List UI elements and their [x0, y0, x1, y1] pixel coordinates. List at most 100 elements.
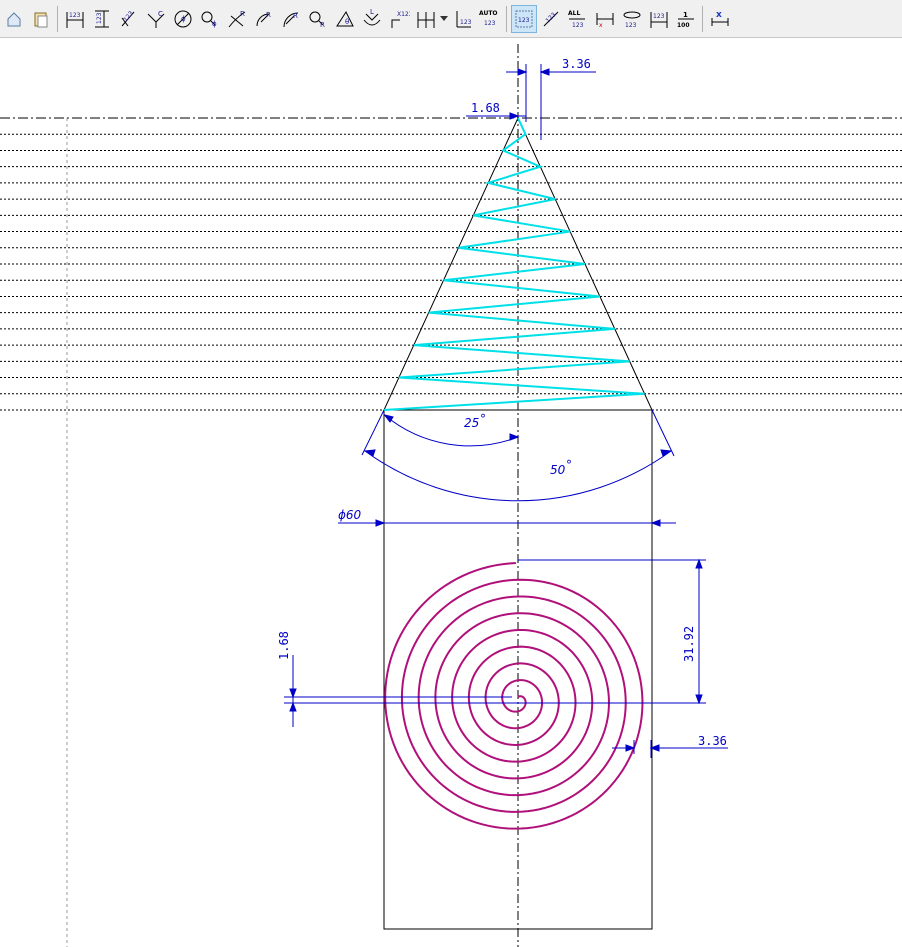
dropdown-arrow-icon[interactable] — [439, 5, 449, 33]
svg-text:AUTO: AUTO — [479, 10, 498, 17]
dim-vertical-button[interactable]: 123 — [89, 5, 115, 33]
svg-text:123: 123 — [518, 17, 530, 24]
dimension-radius[interactable]: 31.92 — [518, 558, 706, 705]
svg-text:1: 1 — [683, 11, 688, 19]
baseline-dim-button[interactable]: 123 — [450, 5, 476, 33]
baseline-dim-icon: 123 — [452, 8, 474, 30]
svg-text:123: 123 — [122, 9, 135, 22]
dim-delete-button[interactable]: x — [707, 5, 733, 33]
paste-button[interactable] — [28, 5, 54, 33]
svg-text:123: 123 — [69, 12, 81, 19]
dimension-diameter-label: ϕ60 — [338, 508, 362, 522]
home-button[interactable] — [1, 5, 27, 33]
dim-aligned-button[interactable]: 123 — [116, 5, 142, 33]
radius-leader-button[interactable]: R — [251, 5, 277, 33]
dimension-full-angle[interactable]: 50 ° — [363, 409, 675, 502]
dimension-half-angle[interactable]: 25 ° — [361, 409, 520, 456]
dim-horizontal-icon: 123 — [64, 8, 86, 30]
svg-text:X123: X123 — [397, 11, 410, 18]
chamfer-dim-icon: C — [145, 8, 167, 30]
dim-clear-icon: x — [594, 8, 616, 30]
radius-offset-button[interactable]: R — [278, 5, 304, 33]
dim-horizontal-button[interactable]: 123 — [62, 5, 88, 33]
home-icon — [5, 10, 23, 28]
svg-text:123: 123 — [460, 19, 472, 26]
svg-text:123: 123 — [653, 13, 665, 20]
arc-length-dim-button[interactable]: L — [359, 5, 385, 33]
svg-text:R: R — [320, 21, 325, 29]
svg-text:123: 123 — [544, 11, 557, 24]
dim-spacing-button[interactable]: 123 — [646, 5, 672, 33]
svg-text:x: x — [716, 10, 722, 20]
dimension-right-pitch-label: 3.36 — [698, 734, 727, 748]
dim-rotate-button[interactable]: 123 — [538, 5, 564, 33]
diameter-dim-icon: ϕ — [172, 8, 194, 30]
radius-dim-icon: R — [226, 8, 248, 30]
dim-symmetric-icon: 123 — [621, 8, 643, 30]
dimension-top-pitch[interactable]: 3.36 — [506, 57, 596, 140]
cad-drawing-canvas[interactable]: 3.36 1.68 25 ° 50 ° ϕ60 31.92 1.68 3.36 — [0, 39, 902, 947]
angle-dim-button[interactable]: θ — [332, 5, 358, 33]
zoom-radius-icon: R — [307, 8, 329, 30]
dim-clear-button[interactable]: x — [592, 5, 618, 33]
all-dim-button[interactable]: ALL 123 — [565, 5, 591, 33]
pitch-lines — [0, 133, 902, 411]
paste-icon — [32, 10, 50, 28]
dimension-top-half-pitch-label: 1.68 — [471, 101, 500, 115]
dimension-radius-label: 31.92 — [682, 626, 696, 662]
dim-spacing-icon: 123 — [648, 8, 670, 30]
dimension-right-pitch[interactable]: 3.36 — [612, 734, 728, 758]
dim-aligned-icon: 123 — [118, 8, 140, 30]
angle-dim-icon: θ — [334, 8, 356, 30]
svg-text:ALL: ALL — [568, 10, 580, 17]
auto-dim-button[interactable]: AUTO 123 — [477, 5, 503, 33]
scale-button[interactable]: 1 100 — [673, 5, 699, 33]
svg-text:x: x — [599, 22, 603, 29]
svg-text:123: 123 — [96, 12, 103, 24]
dimension-top-half-pitch[interactable]: 1.68 — [466, 101, 527, 122]
radius-dim-button[interactable]: R — [224, 5, 250, 33]
svg-text:100: 100 — [677, 22, 690, 29]
svg-text:123: 123 — [572, 22, 584, 29]
svg-text:R: R — [266, 11, 271, 19]
dim-delete-icon: x — [709, 8, 731, 30]
toolbar-separator — [702, 5, 703, 32]
svg-text:R: R — [293, 12, 298, 20]
svg-text:ϕ: ϕ — [212, 20, 217, 28]
scale-icon: 1 100 — [675, 8, 697, 30]
serial-dim-button[interactable] — [413, 5, 439, 33]
radius-offset-icon: R — [280, 8, 302, 30]
zoom-diameter-button[interactable]: ϕ — [197, 5, 223, 33]
svg-text:°: ° — [480, 412, 486, 426]
dimension-toolbar: 123123123CϕϕRRRRθLX123123AUTO123123123AL… — [0, 0, 902, 38]
svg-text:L: L — [370, 8, 374, 16]
dimension-full-angle-label: 50 — [550, 463, 566, 477]
svg-text:°: ° — [566, 458, 572, 472]
flat-spiral — [384, 562, 644, 830]
zoom-diameter-icon: ϕ — [199, 8, 221, 30]
dimension-half-angle-label: 25 — [464, 416, 479, 430]
toolbar-separator — [506, 5, 507, 32]
radius-leader-icon: R — [253, 8, 275, 30]
zoom-radius-button[interactable]: R — [305, 5, 331, 33]
diameter-dim-button[interactable]: ϕ — [170, 5, 196, 33]
coordinate-dim-button[interactable]: X123 — [386, 5, 412, 33]
dim-edit-button[interactable]: 123 — [510, 4, 537, 33]
dimension-top-pitch-label: 3.36 — [562, 57, 591, 71]
all-dim-icon: ALL 123 — [566, 8, 590, 30]
svg-text:R: R — [240, 10, 245, 18]
chamfer-dim-button[interactable]: C — [143, 5, 169, 33]
arc-length-dim-icon: L — [361, 8, 383, 30]
dim-rotate-icon: 123 — [540, 8, 562, 30]
toolbar-separator — [57, 5, 58, 32]
auto-dim-icon: AUTO 123 — [478, 8, 502, 30]
svg-text:123: 123 — [484, 20, 496, 27]
dimension-diameter[interactable]: ϕ60 — [338, 508, 676, 527]
dim-symmetric-button[interactable]: 123 — [619, 5, 645, 33]
dim-edit-icon: 123 — [513, 8, 535, 30]
dimension-left-half-pitch-label: 1.68 — [277, 631, 291, 660]
svg-text:ϕ: ϕ — [181, 15, 186, 23]
dim-vertical-icon: 123 — [91, 8, 113, 30]
svg-text:123: 123 — [625, 22, 637, 29]
svg-text:θ: θ — [345, 18, 349, 26]
